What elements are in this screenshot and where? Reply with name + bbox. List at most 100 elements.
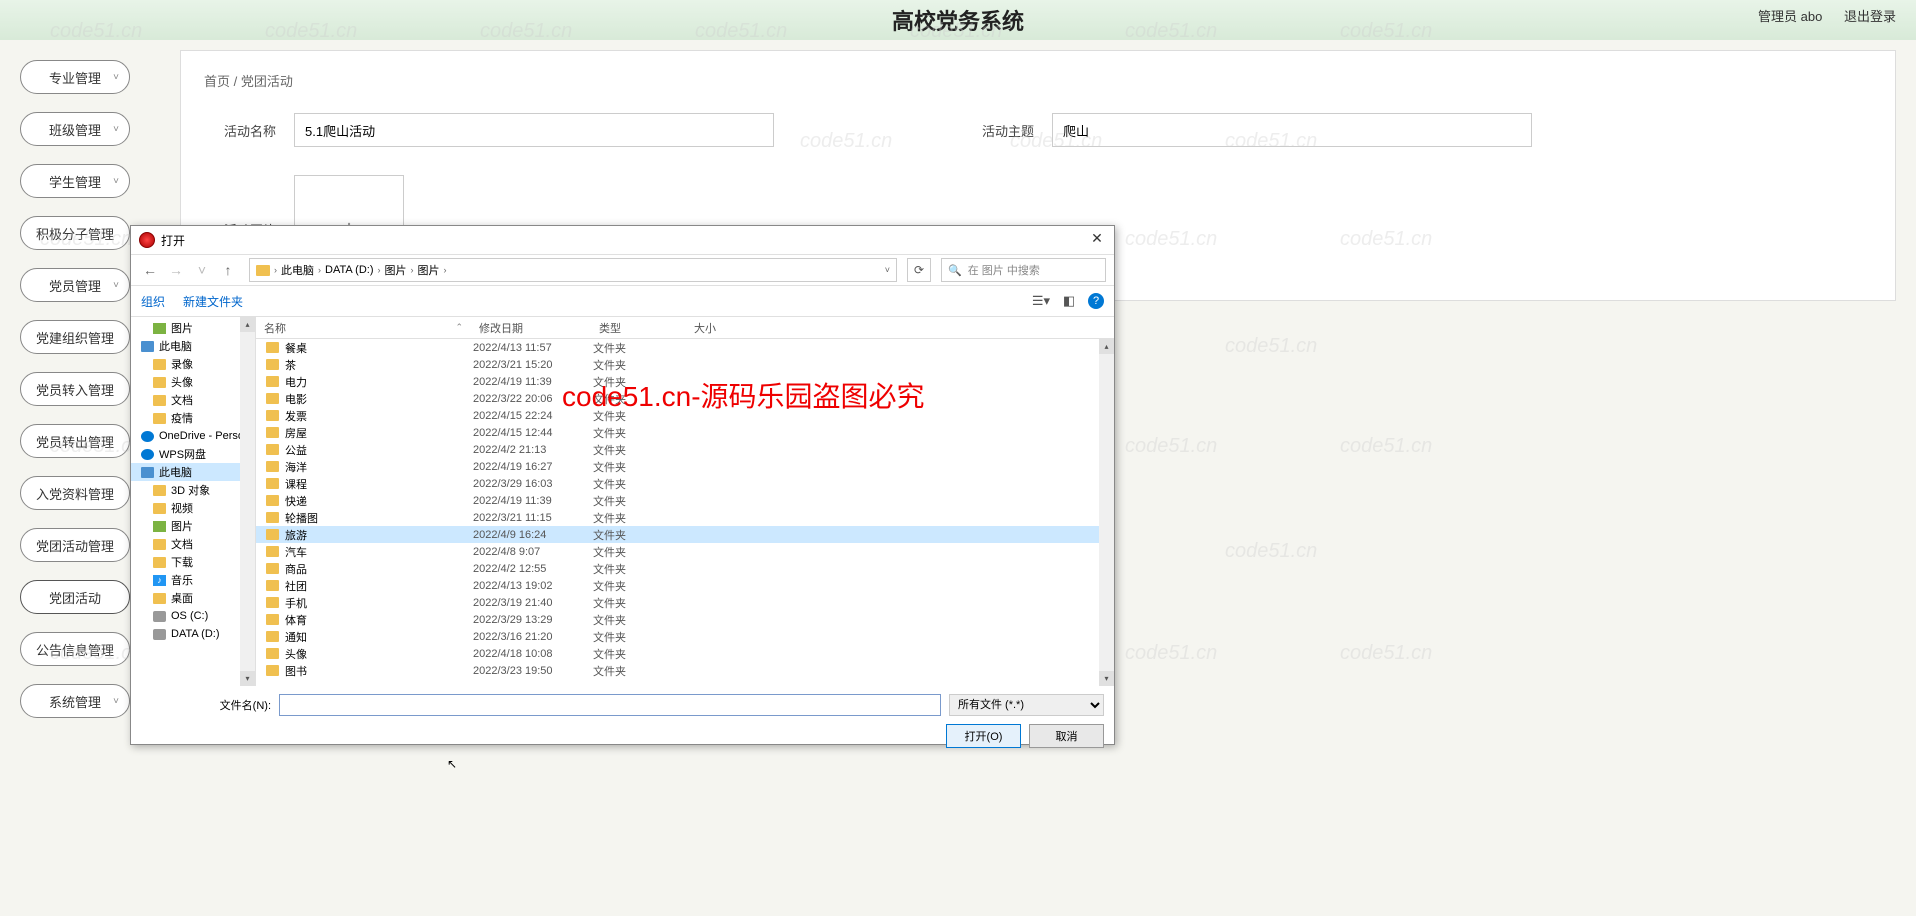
scroll-down-icon[interactable]: ▾: [1099, 671, 1114, 686]
tree-item[interactable]: 文档: [131, 391, 255, 409]
preview-pane-icon[interactable]: ◧: [1060, 292, 1078, 310]
tree-item[interactable]: OneDrive - Perso: [131, 427, 255, 445]
filetype-select[interactable]: 所有文件 (*.*): [949, 694, 1104, 716]
folder-icon: [266, 580, 279, 591]
watermark: code51.cn: [1225, 540, 1317, 563]
file-row[interactable]: 图书2022/3/23 19:50文件夹: [256, 662, 1114, 679]
file-row[interactable]: 通知2022/3/16 21:20文件夹: [256, 628, 1114, 645]
breadcrumb-home[interactable]: 首页: [204, 74, 230, 89]
scroll-down-icon[interactable]: ▾: [240, 671, 255, 686]
file-row[interactable]: 快递2022/4/19 11:39文件夹: [256, 492, 1114, 509]
file-row[interactable]: 体育2022/3/29 13:29文件夹: [256, 611, 1114, 628]
chevron-down-icon: ˅: [113, 280, 119, 291]
tree-item[interactable]: 疫情: [131, 409, 255, 427]
dialog-title: 打开: [161, 232, 185, 249]
tree-scrollbar[interactable]: ▴ ▾: [240, 317, 255, 686]
help-icon[interactable]: ?: [1088, 293, 1104, 309]
file-row[interactable]: 旅游2022/4/9 16:24文件夹: [256, 526, 1114, 543]
label-activity-theme: 活动主题: [974, 121, 1034, 140]
file-row[interactable]: 电力2022/4/19 11:39文件夹: [256, 373, 1114, 390]
input-activity-name[interactable]: [294, 113, 774, 147]
dialog-nav: ← → ˅ ↑ › 此电脑 › DATA (D:) › 图片 › 图片 › ˅ …: [131, 254, 1114, 286]
tree-item[interactable]: DATA (D:): [131, 625, 255, 643]
header-right: 管理员 abo 退出登录: [1740, 6, 1896, 25]
input-activity-theme[interactable]: [1052, 113, 1532, 147]
tree-item[interactable]: 文档: [131, 535, 255, 553]
nav-back-icon[interactable]: ←: [139, 262, 161, 278]
nav-up-icon[interactable]: ↑: [217, 262, 239, 278]
file-row[interactable]: 餐桌2022/4/13 11:57文件夹: [256, 339, 1114, 356]
file-row[interactable]: 公益2022/4/2 21:13文件夹: [256, 441, 1114, 458]
file-row[interactable]: 手机2022/3/19 21:40文件夹: [256, 594, 1114, 611]
file-row[interactable]: 课程2022/3/29 16:03文件夹: [256, 475, 1114, 492]
header: 高校党务系统 管理员 abo 退出登录: [0, 0, 1916, 40]
file-row[interactable]: 房屋2022/4/15 12:44文件夹: [256, 424, 1114, 441]
organize-button[interactable]: 组织: [141, 293, 165, 310]
tree-item[interactable]: 下载: [131, 553, 255, 571]
refresh-icon[interactable]: ⟳: [907, 258, 931, 282]
file-row[interactable]: 商品2022/4/2 12:55文件夹: [256, 560, 1114, 577]
folder-icon: [266, 376, 279, 387]
tree-item[interactable]: OS (C:): [131, 607, 255, 625]
sidebar-item[interactable]: 党员管理˅: [20, 268, 130, 302]
sidebar-item[interactable]: 党员转出管理: [20, 424, 130, 458]
tree-item[interactable]: 桌面: [131, 589, 255, 607]
tree-item[interactable]: 此电脑: [131, 337, 255, 355]
tree-item[interactable]: 头像: [131, 373, 255, 391]
nav-forward-icon[interactable]: →: [165, 262, 187, 278]
file-row[interactable]: 汽车2022/4/8 9:07文件夹: [256, 543, 1114, 560]
sidebar-item[interactable]: 专业管理˅: [20, 60, 130, 94]
list-scrollbar[interactable]: ▴ ▾: [1099, 339, 1114, 686]
file-row[interactable]: 茶2022/3/21 15:20文件夹: [256, 356, 1114, 373]
cancel-button[interactable]: 取消: [1029, 724, 1104, 748]
logout-link[interactable]: 退出登录: [1844, 9, 1896, 24]
sidebar-item[interactable]: 党员转入管理: [20, 372, 130, 406]
newfolder-button[interactable]: 新建文件夹: [183, 293, 243, 310]
file-row[interactable]: 社团2022/4/13 19:02文件夹: [256, 577, 1114, 594]
tree-item[interactable]: 图片: [131, 517, 255, 535]
file-row[interactable]: 发票2022/4/15 22:24文件夹: [256, 407, 1114, 424]
scroll-up-icon[interactable]: ▴: [1099, 339, 1114, 354]
cloud-icon: [141, 449, 154, 460]
nav-history-icon[interactable]: ˅: [191, 262, 213, 278]
tree-item[interactable]: 视频: [131, 499, 255, 517]
folder-icon: [153, 395, 166, 406]
tree-item[interactable]: 此电脑: [131, 463, 255, 481]
tree-item[interactable]: 录像: [131, 355, 255, 373]
chevron-down-icon[interactable]: ˅: [885, 265, 890, 275]
filename-input[interactable]: [279, 694, 941, 716]
tree-item[interactable]: WPS网盘: [131, 445, 255, 463]
search-input[interactable]: 🔍 在 图片 中搜索: [941, 258, 1106, 282]
folder-icon: [266, 631, 279, 642]
sidebar-item[interactable]: 班级管理˅: [20, 112, 130, 146]
scroll-up-icon[interactable]: ▴: [240, 317, 255, 332]
tree-item[interactable]: 3D 对象: [131, 481, 255, 499]
cloud-icon: [141, 431, 154, 442]
sidebar-item[interactable]: 党建组织管理: [20, 320, 130, 354]
sidebar-item[interactable]: 积极分子管理: [20, 216, 130, 250]
folder-tree[interactable]: 图片此电脑录像头像文档疫情OneDrive - PersoWPS网盘此电脑3D …: [131, 317, 256, 686]
file-row[interactable]: 头像2022/4/18 10:08文件夹: [256, 645, 1114, 662]
sidebar-item[interactable]: 入党资料管理: [20, 476, 130, 510]
field-activity-name: 活动名称: [216, 113, 774, 147]
open-button[interactable]: 打开(O): [946, 724, 1021, 748]
sidebar-item[interactable]: 学生管理˅: [20, 164, 130, 198]
file-row[interactable]: 海洋2022/4/19 16:27文件夹: [256, 458, 1114, 475]
address-bar[interactable]: › 此电脑 › DATA (D:) › 图片 › 图片 › ˅: [249, 258, 897, 282]
tree-item[interactable]: ♪音乐: [131, 571, 255, 589]
sidebar-item[interactable]: 公告信息管理: [20, 632, 130, 666]
sidebar-item[interactable]: 系统管理˅: [20, 684, 130, 718]
file-row[interactable]: 轮播图2022/3/21 11:15文件夹: [256, 509, 1114, 526]
dialog-toolbar: 组织 新建文件夹 ☰▾ ◧ ?: [131, 286, 1114, 316]
watermark: code51.cn: [1340, 642, 1432, 665]
tree-item[interactable]: 图片: [131, 319, 255, 337]
view-mode-icon[interactable]: ☰▾: [1032, 292, 1050, 310]
list-header[interactable]: 名称⌃ 修改日期 类型 大小: [256, 317, 1114, 339]
dialog-titlebar[interactable]: 打开 ✕: [131, 226, 1114, 254]
sidebar-item[interactable]: 党团活动: [20, 580, 130, 614]
file-row[interactable]: 电影2022/3/22 20:06文件夹: [256, 390, 1114, 407]
close-icon[interactable]: ✕: [1088, 230, 1106, 247]
admin-label[interactable]: 管理员 abo: [1758, 9, 1822, 24]
sidebar-item[interactable]: 党团活动管理: [20, 528, 130, 562]
folder-icon: [266, 393, 279, 404]
